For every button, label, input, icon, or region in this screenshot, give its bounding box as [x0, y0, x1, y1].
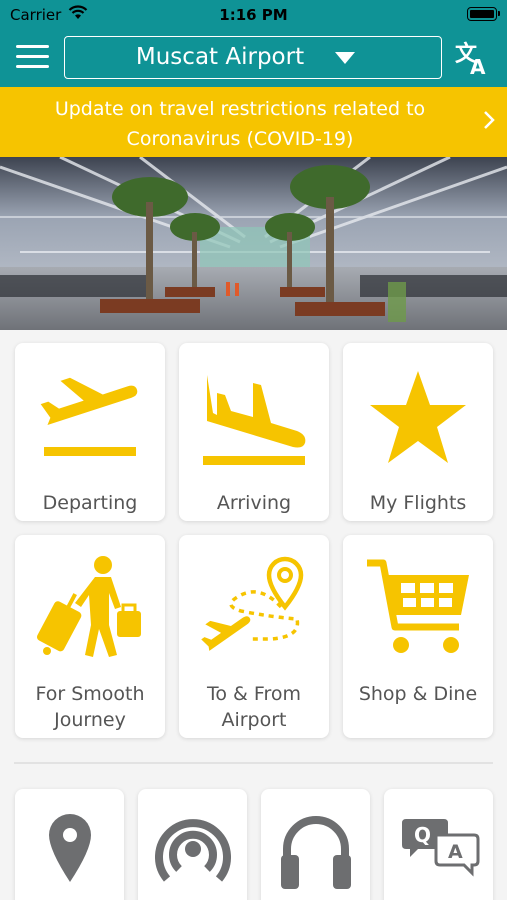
wifi-signal-icon: [155, 819, 231, 882]
faq-tile[interactable]: Q A: [384, 789, 493, 900]
tile-label-line-1: To & From: [207, 683, 301, 705]
tile-label-multiline: To & From Airport: [179, 681, 329, 733]
tile-label-line-2: Journey: [54, 709, 126, 731]
banner-line-2: Coronavirus (COVID-19): [126, 128, 354, 150]
wifi-tile[interactable]: [138, 789, 247, 900]
shopping-cart-icon: [367, 559, 469, 653]
tile-label: My Flights: [369, 492, 467, 514]
top-bar: Carrier 1:16 PM Muscat Airport 文 A: [0, 0, 507, 87]
chevron-down-icon: [335, 52, 355, 64]
svg-text:A: A: [470, 55, 486, 75]
chevron-right-icon: [484, 111, 495, 129]
covid-update-banner[interactable]: Update on travel restrictions related to…: [0, 87, 507, 157]
airport-selector-label: Muscat Airport: [135, 44, 305, 70]
to-from-airport-tile[interactable]: To & From Airport: [179, 535, 329, 738]
banner-text: Update on travel restrictions related to…: [20, 94, 460, 154]
traveler-luggage-icon: [37, 556, 141, 657]
map-pin-icon: [49, 814, 91, 882]
audio-tile[interactable]: [261, 789, 370, 900]
airport-selector[interactable]: Muscat Airport: [64, 36, 442, 79]
map-tile[interactable]: [15, 789, 124, 900]
departing-plane-icon: [40, 377, 138, 456]
battery-icon: [467, 7, 500, 21]
clock: 1:16 PM: [219, 6, 288, 24]
app-screen: Carrier 1:16 PM Muscat Airport 文 A Updat…: [0, 0, 507, 900]
banner-line-1: Update on travel restrictions related to: [54, 98, 426, 120]
status-bar: Carrier 1:16 PM: [0, 0, 507, 30]
terminal-hero-image: [0, 157, 507, 330]
translate-icon[interactable]: 文 A: [455, 41, 491, 75]
route-plane-icon: [201, 556, 304, 651]
shop-dine-tile[interactable]: Shop & Dine: [343, 535, 493, 738]
tile-label-line-1: For Smooth: [35, 683, 145, 705]
tile-label: Arriving: [216, 492, 292, 514]
hamburger-menu-icon[interactable]: [16, 45, 49, 69]
smooth-journey-tile[interactable]: For Smooth Journey: [15, 535, 165, 738]
tile-label: Shop & Dine: [358, 683, 478, 705]
headphones-icon: [281, 816, 351, 889]
arriving-tile[interactable]: Arriving: [179, 343, 329, 521]
star-icon: [370, 371, 466, 463]
tile-label-line-2: Airport: [221, 709, 287, 731]
faq-chat-icon: Q A: [402, 819, 480, 877]
arriving-plane-icon: [203, 375, 306, 465]
my-flights-tile[interactable]: My Flights: [343, 343, 493, 521]
departing-tile[interactable]: Departing: [15, 343, 165, 521]
tile-label-multiline: For Smooth Journey: [15, 681, 165, 733]
svg-text:Q: Q: [414, 823, 431, 847]
svg-text:A: A: [448, 841, 463, 863]
tile-label: Departing: [42, 492, 138, 514]
section-divider: [14, 762, 493, 764]
